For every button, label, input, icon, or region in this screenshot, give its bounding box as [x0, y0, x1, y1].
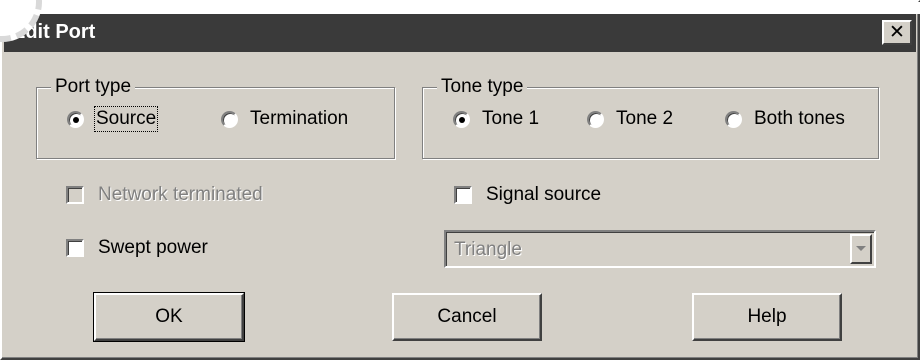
radio-tone-1-indicator[interactable] [453, 110, 470, 128]
radio-tone-1[interactable]: Tone 1 [453, 108, 539, 130]
radio-tone-2[interactable]: Tone 2 [587, 108, 673, 130]
top-margin [2, 2, 920, 14]
radio-termination-label: Termination [250, 108, 349, 129]
swept-power-label: Swept power [98, 237, 208, 258]
radio-source[interactable]: Source [67, 106, 159, 132]
network-terminated-label: Network terminated [98, 184, 263, 205]
radio-both-tones-indicator[interactable] [725, 110, 742, 128]
signal-source-box[interactable] [454, 186, 472, 204]
radio-both-tones[interactable]: Both tones [725, 108, 845, 130]
port-type-group: Port type Source Termination [36, 76, 395, 159]
network-terminated-checkbox: Network terminated [66, 184, 263, 206]
signal-source-checkbox[interactable]: Signal source [454, 184, 601, 206]
radio-tone-2-label: Tone 2 [616, 108, 674, 129]
title-bar: Edit Port ✕ [4, 14, 916, 52]
radio-both-tones-label: Both tones [754, 108, 845, 129]
waveform-select: Triangle [444, 230, 876, 268]
close-button[interactable]: ✕ [882, 20, 912, 45]
swept-power-checkbox[interactable]: Swept power [66, 237, 208, 259]
waveform-select-dropdown-button [850, 234, 872, 264]
waveform-select-value: Triangle [454, 239, 522, 260]
port-type-legend: Port type [51, 76, 136, 98]
radio-termination[interactable]: Termination [221, 108, 348, 130]
radio-termination-indicator[interactable] [221, 110, 238, 128]
ok-button[interactable]: OK [93, 292, 245, 342]
swept-power-box[interactable] [66, 239, 84, 257]
tone-type-group: Tone type Tone 1 Tone 2 Both tones [422, 76, 879, 159]
radio-tone-2-indicator[interactable] [587, 110, 604, 128]
signal-source-label: Signal source [486, 184, 602, 205]
tone-type-legend: Tone type [437, 76, 528, 98]
help-button[interactable]: Help [692, 293, 842, 341]
chevron-down-icon [856, 246, 866, 251]
cancel-button[interactable]: Cancel [392, 293, 542, 341]
edit-port-dialog: Edit Port ✕ Port type Source Termination… [0, 0, 920, 360]
radio-source-label: Source [93, 106, 159, 132]
radio-source-indicator[interactable] [67, 110, 84, 128]
radio-tone-1-label: Tone 1 [482, 108, 540, 129]
network-terminated-box [66, 186, 84, 204]
close-icon: ✕ [889, 21, 905, 43]
